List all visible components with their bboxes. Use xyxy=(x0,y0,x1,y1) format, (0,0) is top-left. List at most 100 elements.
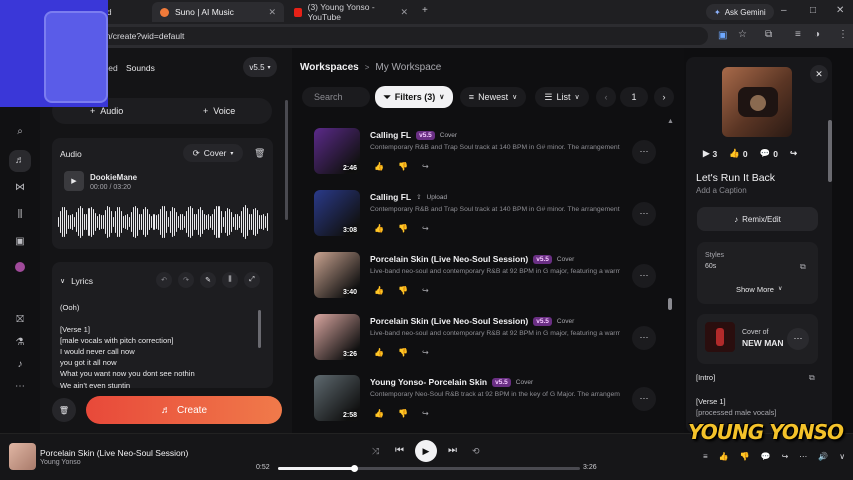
scroll-up-arrow[interactable]: ▲ xyxy=(667,118,674,125)
library-icon[interactable]: ⫼ xyxy=(222,272,238,288)
repeat-icon[interactable]: ⟲ xyxy=(472,446,480,457)
thumbs-up-icon[interactable]: 👍 xyxy=(719,452,729,461)
more-options-icon[interactable]: ⋯ xyxy=(632,264,656,288)
queue-icon[interactable]: ≡ xyxy=(703,452,708,461)
comments-button[interactable]: 💬 0 xyxy=(760,148,778,159)
labs-icon[interactable]: ⚗ xyxy=(12,335,28,351)
gift-icon[interactable]: ⛝ xyxy=(12,312,28,328)
more-options-icon[interactable]: ⋯ xyxy=(632,202,656,226)
expand-icon[interactable]: ⤢ xyxy=(244,272,260,288)
like-button[interactable]: 👍 0 xyxy=(729,148,747,159)
song-title[interactable]: Calling FL xyxy=(370,130,411,140)
copy-icon[interactable]: ⧉ xyxy=(800,262,806,272)
new-tab-button[interactable]: + xyxy=(422,5,428,16)
song-cover[interactable]: 3:26 xyxy=(314,314,360,360)
shuffle-icon[interactable]: ⤨ xyxy=(372,446,379,457)
previous-icon[interactable]: ⏮ xyxy=(395,445,404,456)
edit-icon[interactable]: ✎ xyxy=(200,272,216,288)
breadcrumb-root[interactable]: Workspaces xyxy=(300,62,359,73)
share-icon[interactable]: ↪ xyxy=(422,224,429,233)
view-select[interactable]: ☰ List ∨ xyxy=(535,87,589,107)
share-icon[interactable]: ↪ xyxy=(422,348,429,357)
caption-input[interactable]: Add a Caption xyxy=(696,186,747,195)
close-tab-icon[interactable]: ✕ xyxy=(400,7,408,18)
thumbs-up-icon[interactable]: 👍 xyxy=(374,224,384,233)
volume-icon[interactable]: 🔊 xyxy=(818,452,828,461)
song-cover[interactable]: 2:46 xyxy=(314,128,360,174)
sort-select[interactable]: ≡ Newest ∨ xyxy=(460,87,526,107)
maximize-button[interactable]: □ xyxy=(810,5,816,16)
share-icon[interactable]: ↪ xyxy=(422,286,429,295)
url-field[interactable]: .com/create?wid=default xyxy=(78,27,708,45)
show-more-button[interactable]: Show More ∨ xyxy=(736,285,782,294)
song-row[interactable]: 2:58 Young Yonso- Porcelain Skin v5.5 Cover… xyxy=(312,375,662,435)
close-tab-icon[interactable]: ✕ xyxy=(268,7,276,18)
lyrics-header[interactable]: ∨ Lyrics xyxy=(60,276,93,286)
song-row[interactable]: 3:26 Porcelain Skin (Live Neo-Soul Sessio… xyxy=(312,314,662,374)
lyrics-scrollbar[interactable] xyxy=(258,310,261,348)
share-icon[interactable]: ↪ xyxy=(422,162,429,171)
comment-icon[interactable]: 💬 xyxy=(761,452,771,461)
plays-count[interactable]: ▶ 3 xyxy=(703,148,717,159)
more-nav-icon[interactable]: ⋯ xyxy=(12,379,28,395)
thumbs-up-icon[interactable]: 👍 xyxy=(374,162,384,171)
player-artist[interactable]: Young Yonso xyxy=(40,459,81,466)
media-icon[interactable]: ≡ xyxy=(795,29,801,40)
song-title[interactable]: Porcelain Skin (Live Neo-Soul Session) xyxy=(370,316,528,326)
audio-waveform[interactable] xyxy=(58,202,269,242)
next-icon[interactable]: ⏭ xyxy=(448,445,457,456)
song-cover[interactable]: 3:40 xyxy=(314,252,360,298)
share-icon[interactable]: ↪ xyxy=(790,148,797,159)
extensions-icon[interactable]: ⧉ xyxy=(765,29,772,40)
thumbs-down-icon[interactable]: 👎 xyxy=(398,286,408,295)
cover-mode-select[interactable]: ⟳ Cover ▾ xyxy=(183,144,243,162)
tab-sounds[interactable]: Sounds xyxy=(126,63,155,73)
thumbs-down-icon[interactable]: 👎 xyxy=(398,409,408,418)
studio-nav-icon[interactable]: ⋈ xyxy=(12,180,28,196)
lyrics-text[interactable]: (Ooh) [Verse 1] [male vocals with pitch … xyxy=(60,302,255,391)
prev-page-button[interactable]: ‹ xyxy=(596,87,616,107)
create-panel-scrollbar[interactable] xyxy=(285,100,288,220)
filters-button[interactable]: ⏷ Filters (3) ∨ xyxy=(375,86,453,108)
hub-nav-icon[interactable]: ▣ xyxy=(12,234,28,250)
thumbs-down-icon[interactable]: 👎 xyxy=(398,348,408,357)
song-title[interactable]: Porcelain Skin (Live Neo-Soul Session) xyxy=(370,254,528,264)
more-options-icon[interactable]: ⋯ xyxy=(632,140,656,164)
thumbs-up-icon[interactable]: 👍 xyxy=(374,409,384,418)
search-input[interactable]: Search xyxy=(302,87,370,107)
more-options-icon[interactable]: ⋯ xyxy=(799,452,807,461)
redo-icon[interactable]: ↷ xyxy=(178,272,194,288)
thumbs-down-icon[interactable]: 👎 xyxy=(740,452,750,461)
more-options-icon[interactable]: ⋯ xyxy=(632,326,656,350)
cover-of-song[interactable]: NEW MAN xyxy=(742,338,784,348)
create-button[interactable]: ♬ Create xyxy=(86,396,282,424)
song-title[interactable]: Young Yonso- Porcelain Skin xyxy=(370,377,487,387)
page-number[interactable]: 1 xyxy=(620,87,648,107)
notifications-icon[interactable]: ♪ xyxy=(12,357,28,373)
close-icon[interactable]: ✕ xyxy=(810,65,828,83)
cast-icon[interactable]: ▣ xyxy=(718,30,727,41)
song-list-scrollbar[interactable] xyxy=(668,298,672,310)
share-icon[interactable]: ↪ xyxy=(422,409,429,418)
trash-icon[interactable]: 🗑 xyxy=(254,148,265,159)
more-options-icon[interactable]: ⋯ xyxy=(787,328,809,350)
search-icon[interactable]: ⌕ xyxy=(12,124,28,140)
undo-icon[interactable]: ↶ xyxy=(156,272,172,288)
play-pause-button[interactable]: ▶ xyxy=(415,440,437,462)
browser-tab-suno[interactable]: Suno | AI Music ✕ xyxy=(152,2,284,22)
add-audio-button[interactable]: + Audio xyxy=(90,106,123,116)
collapse-icon[interactable]: ∨ xyxy=(839,452,845,461)
song-cover[interactable]: 3:08 xyxy=(314,190,360,236)
thumbs-down-icon[interactable]: 👎 xyxy=(398,162,408,171)
song-row[interactable]: 2:46 Calling FL v5.5 Cover Contemporary R&B … xyxy=(312,128,662,188)
version-select[interactable]: v5.5 ▾ xyxy=(243,57,277,77)
avatar[interactable] xyxy=(12,262,28,278)
minimize-button[interactable]: – xyxy=(781,5,787,16)
remix-edit-button[interactable]: ♪ Remix/Edit xyxy=(697,207,818,231)
library-nav-icon[interactable]: ⫼ xyxy=(12,207,28,223)
player-title[interactable]: Porcelain Skin (Live Neo-Soul Session) xyxy=(40,448,188,458)
next-page-button[interactable]: › xyxy=(654,87,674,107)
audio-play-button[interactable]: ▶ xyxy=(64,171,84,191)
player-cover-art[interactable] xyxy=(9,443,36,470)
song-cover[interactable]: 2:58 xyxy=(314,375,360,421)
